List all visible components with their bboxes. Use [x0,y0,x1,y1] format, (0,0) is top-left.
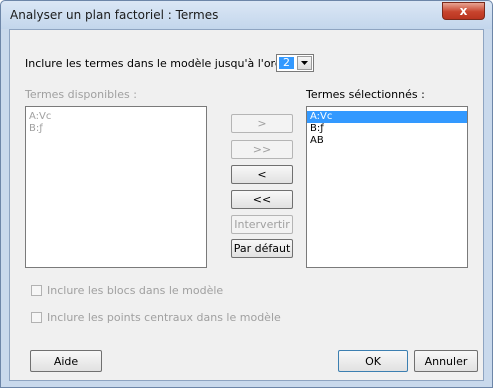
add-all-button[interactable]: >> [231,140,293,159]
include-center-points-label: Inclure les points centraux dans le modè… [47,311,281,324]
dialog-window: Analyser un plan factoriel : Termes x In… [0,0,493,388]
list-item[interactable]: A:Vc [26,111,206,123]
available-terms-list[interactable]: A:Vc B:ƒ [25,106,207,268]
remove-button[interactable]: < [231,165,293,184]
list-item[interactable]: A:Vc [307,111,467,123]
cancel-button[interactable]: Annuler [414,350,478,372]
order-value: 2 [279,57,294,69]
list-item[interactable]: B:ƒ [26,123,206,135]
selected-terms-label: Termes sélectionnés : [306,88,425,101]
include-blocks-checkbox[interactable] [31,285,42,296]
chevron-down-icon[interactable] [297,56,312,70]
order-label: Inclure les termes dans le modèle jusqu'… [25,57,301,70]
remove-all-button[interactable]: << [231,190,293,209]
list-item[interactable]: AB [307,135,467,147]
selected-terms-list[interactable]: A:Vc B:ƒ AB [306,106,468,268]
include-blocks-label: Inclure les blocs dans le modèle [47,284,224,297]
swap-button[interactable]: Intervertir [231,215,293,234]
add-button[interactable]: > [231,114,293,133]
include-center-points-checkbox[interactable] [31,312,42,323]
window-title: Analyser un plan factoriel : Termes [10,8,219,22]
dialog-body: Inclure les termes dans le modèle jusqu'… [9,29,484,381]
available-terms-label: Termes disponibles : [25,88,137,101]
close-button[interactable]: x [442,2,485,20]
close-icon: x [459,4,468,18]
help-button[interactable]: Aide [30,350,102,372]
ok-button[interactable]: OK [338,350,408,372]
list-item[interactable]: B:ƒ [307,123,467,135]
order-select[interactable]: 2 [276,54,314,72]
default-button[interactable]: Par défaut [231,239,293,258]
title-bar[interactable]: Analyser un plan factoriel : Termes x [1,1,492,29]
